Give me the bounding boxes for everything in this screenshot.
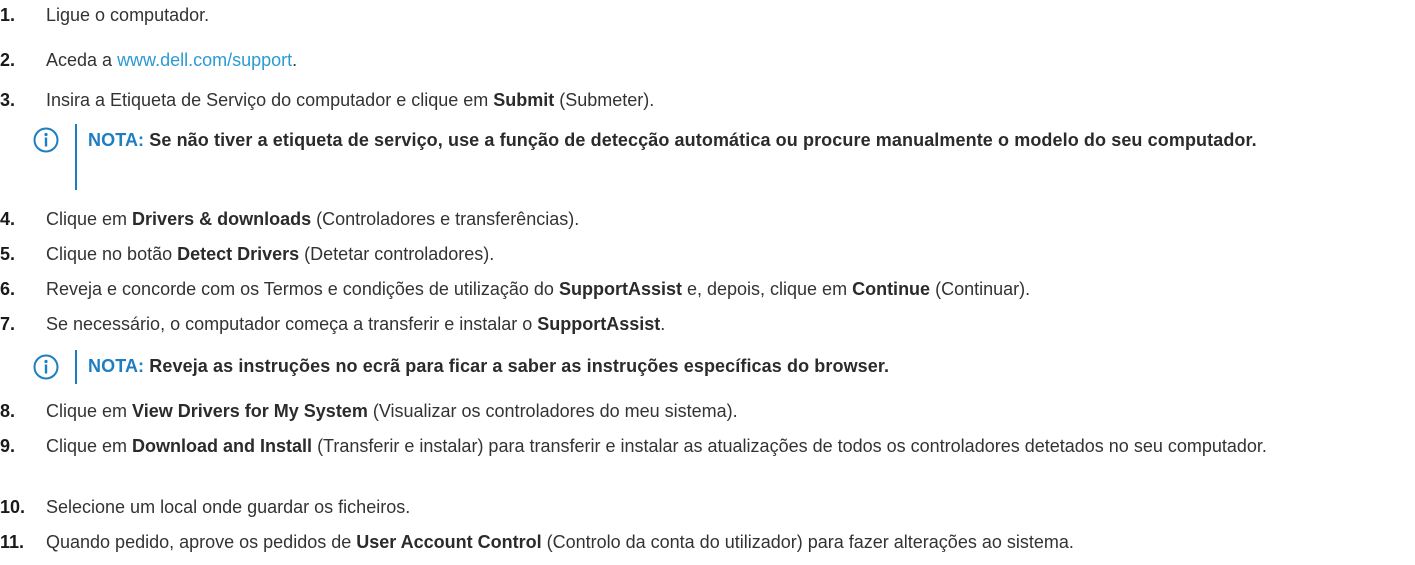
step-text-mid: e, depois, clique em	[681, 279, 853, 299]
ui-term: User Account Control	[356, 532, 542, 552]
step-11: 11. Quando pedido, aprove os pedidos de …	[0, 530, 1405, 554]
step-text: Clique em	[46, 401, 133, 421]
ui-term: Drivers & downloads	[132, 209, 312, 229]
step-number: 9.	[0, 436, 16, 456]
step-6: 6. Reveja e concorde com os Termos e con…	[0, 277, 1405, 301]
step-text: Quando pedido, aprove os pedidos de	[46, 532, 357, 552]
step-number: 1.	[0, 5, 16, 25]
ui-term: Download and Install	[132, 436, 313, 456]
step-8: 8. Clique em View Drivers for My System …	[0, 399, 1405, 423]
step-text: Ligue o computador.	[46, 5, 210, 25]
step-text-end: .	[660, 314, 666, 334]
step-number: 7.	[0, 314, 16, 334]
dell-support-link[interactable]: www.dell.com/support	[117, 50, 292, 70]
step-number: 3.	[0, 90, 16, 110]
step-text: Aceda a	[46, 50, 118, 70]
step-text: Clique no botão	[46, 244, 178, 264]
step-number: 6.	[0, 279, 16, 299]
note-label: NOTA:	[88, 356, 145, 376]
ui-term: SupportAssist	[537, 314, 661, 334]
step-text: Se necessário, o computador começa a tra…	[46, 314, 538, 334]
step-text-end: (Visualizar os controladores do meu sist…	[367, 401, 738, 421]
step-number: 4.	[0, 209, 16, 229]
info-circle-icon	[33, 127, 59, 153]
step-text-end: (Submeter).	[554, 90, 655, 110]
ui-term: View Drivers for My System	[132, 401, 368, 421]
step-text: Reveja e concorde com os Termos e condiç…	[46, 279, 559, 299]
note-body: Reveja as instruções no ecrã para ficar …	[144, 356, 890, 376]
step-7: 7. Se necessário, o computador começa a …	[0, 312, 1405, 336]
step-1: 1. Ligue o computador.	[0, 3, 1405, 27]
step-number: 8.	[0, 401, 16, 421]
step-text-end: (Continuar).	[930, 279, 1031, 299]
step-text: Clique em	[46, 209, 133, 229]
instructions-document: 1. Ligue o computador. 2. Aceda a www.de…	[0, 0, 1415, 565]
step-text: Selecione um local onde guardar os fiche…	[46, 497, 411, 517]
step-number: 10.	[0, 497, 26, 517]
ui-term: SupportAssist	[558, 279, 682, 299]
step-9: 9. Clique em Download and Install (Trans…	[0, 434, 1405, 458]
step-text-end: .	[292, 50, 298, 70]
step-text-end: (Detetar controladores).	[299, 244, 495, 264]
step-text-end: (Controladores e transferências).	[311, 209, 580, 229]
step-3: 3. Insira a Etiqueta de Serviço do compu…	[0, 88, 1405, 112]
step-4: 4. Clique em Drivers & downloads (Contro…	[0, 207, 1405, 231]
step-5: 5. Clique no botão Detect Drivers (Detet…	[0, 242, 1405, 266]
note-bar	[75, 124, 77, 190]
step-number: 11.	[0, 532, 25, 552]
ui-term: Submit	[493, 90, 555, 110]
note-1: NOTA: Se não tiver a etiqueta de serviço…	[33, 124, 1403, 190]
step-text: Clique em	[46, 436, 133, 456]
step-text-end: (Controlo da conta do utilizador) para f…	[541, 532, 1074, 552]
note-text: NOTA: Reveja as instruções no ecrã para …	[88, 350, 1403, 382]
note-text: NOTA: Se não tiver a etiqueta de serviço…	[88, 124, 1403, 156]
step-text: Insira a Etiqueta de Serviço do computad…	[46, 90, 494, 110]
step-2: 2. Aceda a www.dell.com/support.	[0, 48, 1405, 72]
note-body: Se não tiver a etiqueta de serviço, use …	[144, 130, 1257, 150]
step-text-end: (Transferir e instalar) para transferir …	[312, 436, 1267, 456]
step-10: 10. Selecione um local onde guardar os f…	[0, 495, 1405, 519]
step-number: 5.	[0, 244, 16, 264]
info-circle-icon	[33, 354, 59, 380]
step-number: 2.	[0, 50, 16, 70]
note-bar	[75, 350, 77, 384]
ui-term-2: Continue	[852, 279, 931, 299]
note-2: NOTA: Reveja as instruções no ecrã para …	[33, 350, 1403, 384]
ui-term: Detect Drivers	[177, 244, 300, 264]
note-label: NOTA:	[88, 130, 145, 150]
